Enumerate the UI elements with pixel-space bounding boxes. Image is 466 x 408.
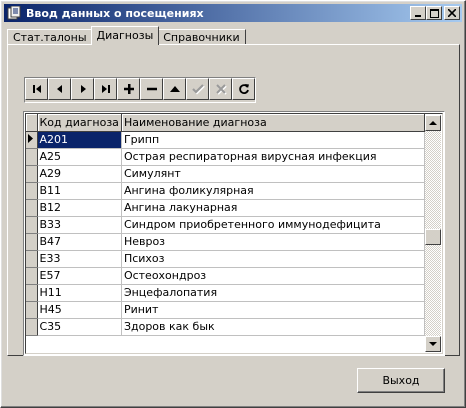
cell-name[interactable]: Острая респираторная вирусная инфекция: [121, 148, 425, 166]
cell-name[interactable]: Ангина лакунарная: [121, 199, 425, 217]
table-row[interactable]: A25 Острая респираторная вирусная инфекци…: [26, 148, 425, 166]
cell-name[interactable]: Здоров как бык: [121, 318, 425, 336]
row-indicator[interactable]: [26, 148, 38, 166]
cell-code[interactable]: A25: [37, 148, 122, 166]
cell-code[interactable]: B47: [37, 233, 122, 251]
cell-name[interactable]: Энцефалопатия: [121, 284, 425, 302]
cell-name[interactable]: Невроз: [121, 233, 425, 251]
edit-record-button[interactable]: [163, 78, 186, 100]
grid-header-row: Код диагноза Наименование диагноза: [26, 114, 425, 132]
table-row[interactable]: A29 Симулянт: [26, 165, 425, 183]
delete-record-icon: [146, 87, 157, 91]
tab-strip: Стат.талоны Диагнозы Справочники: [7, 25, 246, 45]
cell-code[interactable]: B12: [37, 199, 122, 217]
last-record-button[interactable]: [94, 78, 117, 100]
minimize-icon: [415, 15, 421, 17]
cell-name[interactable]: Остеохондроз: [121, 267, 425, 285]
refresh-icon: [238, 84, 249, 94]
row-indicator[interactable]: [26, 131, 38, 149]
row-indicator[interactable]: [26, 284, 38, 302]
row-indicator[interactable]: [26, 165, 38, 183]
row-indicator[interactable]: [26, 182, 38, 200]
minimize-button[interactable]: [410, 6, 426, 20]
table-row[interactable]: B33 Синдром приобретенного иммунодефицита: [26, 216, 425, 234]
table-row[interactable]: E33 Психоз: [26, 250, 425, 268]
first-record-button[interactable]: [25, 78, 48, 100]
cell-code[interactable]: A201: [37, 131, 122, 149]
edit-record-icon: [169, 86, 180, 92]
cell-code[interactable]: E57: [37, 267, 122, 285]
insert-record-button[interactable]: [117, 78, 140, 100]
scroll-up-button[interactable]: [425, 115, 441, 131]
maximize-icon: [429, 8, 439, 18]
cell-name[interactable]: Синдром приобретенного иммунодефицита: [121, 216, 425, 234]
diagnosis-grid[interactable]: Код диагноза Наименование диагноза A201 Г…: [23, 111, 445, 356]
table-row[interactable]: B47 Невроз: [26, 233, 425, 251]
prior-record-icon: [56, 85, 62, 93]
indicator-header: [26, 114, 38, 132]
table-row[interactable]: H11 Энцефалопатия: [26, 284, 425, 302]
arrow-down-icon: [429, 342, 437, 346]
tab-diagnozy[interactable]: Диагнозы: [90, 26, 160, 45]
table-row[interactable]: B11 Ангина фоликулярная: [26, 182, 425, 200]
row-indicator[interactable]: [26, 216, 38, 234]
exit-button-label: Выход: [382, 374, 420, 387]
exit-button[interactable]: Выход: [357, 368, 445, 393]
close-icon: [448, 9, 456, 17]
cancel-record-icon: [215, 84, 227, 95]
app-window: Ввод данных о посещениях Стат.талоны Диа…: [0, 0, 466, 408]
cell-code[interactable]: H11: [37, 284, 122, 302]
db-navigator: [24, 77, 256, 103]
cell-code[interactable]: E33: [37, 250, 122, 268]
cell-name[interactable]: Ангина фоликулярная: [121, 182, 425, 200]
cell-code[interactable]: C35: [37, 318, 122, 336]
delete-record-button[interactable]: [140, 78, 163, 100]
row-indicator[interactable]: [26, 301, 38, 319]
arrow-up-icon: [429, 121, 437, 125]
vertical-scrollbar[interactable]: [425, 115, 441, 352]
cell-name[interactable]: Психоз: [121, 250, 425, 268]
current-row-arrow-icon: [28, 133, 33, 143]
tab-stat-talony[interactable]: Стат.талоны: [7, 29, 93, 45]
row-indicator[interactable]: [26, 267, 38, 285]
table-row[interactable]: A201 Грипп: [26, 131, 425, 149]
app-icon: [6, 5, 22, 21]
last-record-icon: [101, 85, 110, 93]
prior-record-button[interactable]: [48, 78, 71, 100]
table-row[interactable]: H45 Ринит: [26, 301, 425, 319]
post-record-button[interactable]: [186, 78, 209, 100]
cell-name[interactable]: Ринит: [121, 301, 425, 319]
table-row[interactable]: C35 Здоров как бык: [26, 318, 425, 336]
close-button[interactable]: [444, 6, 460, 20]
cell-code[interactable]: B11: [37, 182, 122, 200]
row-indicator[interactable]: [26, 233, 38, 251]
scroll-down-button[interactable]: [425, 336, 441, 352]
table-row[interactable]: B12 Ангина лакунарная: [26, 199, 425, 217]
table-row[interactable]: E57 Остеохондроз: [26, 267, 425, 285]
cancel-record-button[interactable]: [209, 78, 232, 100]
next-record-icon: [80, 85, 86, 93]
column-header-code[interactable]: Код диагноза: [37, 114, 122, 132]
scroll-thumb[interactable]: [425, 229, 441, 245]
cell-code[interactable]: A29: [37, 165, 122, 183]
row-indicator[interactable]: [26, 250, 38, 268]
first-record-icon: [32, 85, 41, 93]
cell-code[interactable]: B33: [37, 216, 122, 234]
tab-spravochniki[interactable]: Справочники: [157, 29, 246, 45]
title-bar[interactable]: Ввод данных о посещениях: [4, 4, 462, 22]
insert-record-icon: [123, 84, 134, 94]
cell-code[interactable]: H45: [37, 301, 122, 319]
refresh-button[interactable]: [232, 78, 255, 100]
row-indicator[interactable]: [26, 199, 38, 217]
cell-name[interactable]: Грипп: [121, 131, 425, 149]
column-header-name[interactable]: Наименование диагноза: [121, 114, 425, 132]
maximize-button[interactable]: [426, 6, 442, 20]
post-record-icon: [191, 84, 205, 95]
next-record-button[interactable]: [71, 78, 94, 100]
window-title: Ввод данных о посещениях: [26, 6, 204, 20]
cell-name[interactable]: Симулянт: [121, 165, 425, 183]
row-indicator[interactable]: [26, 318, 38, 336]
